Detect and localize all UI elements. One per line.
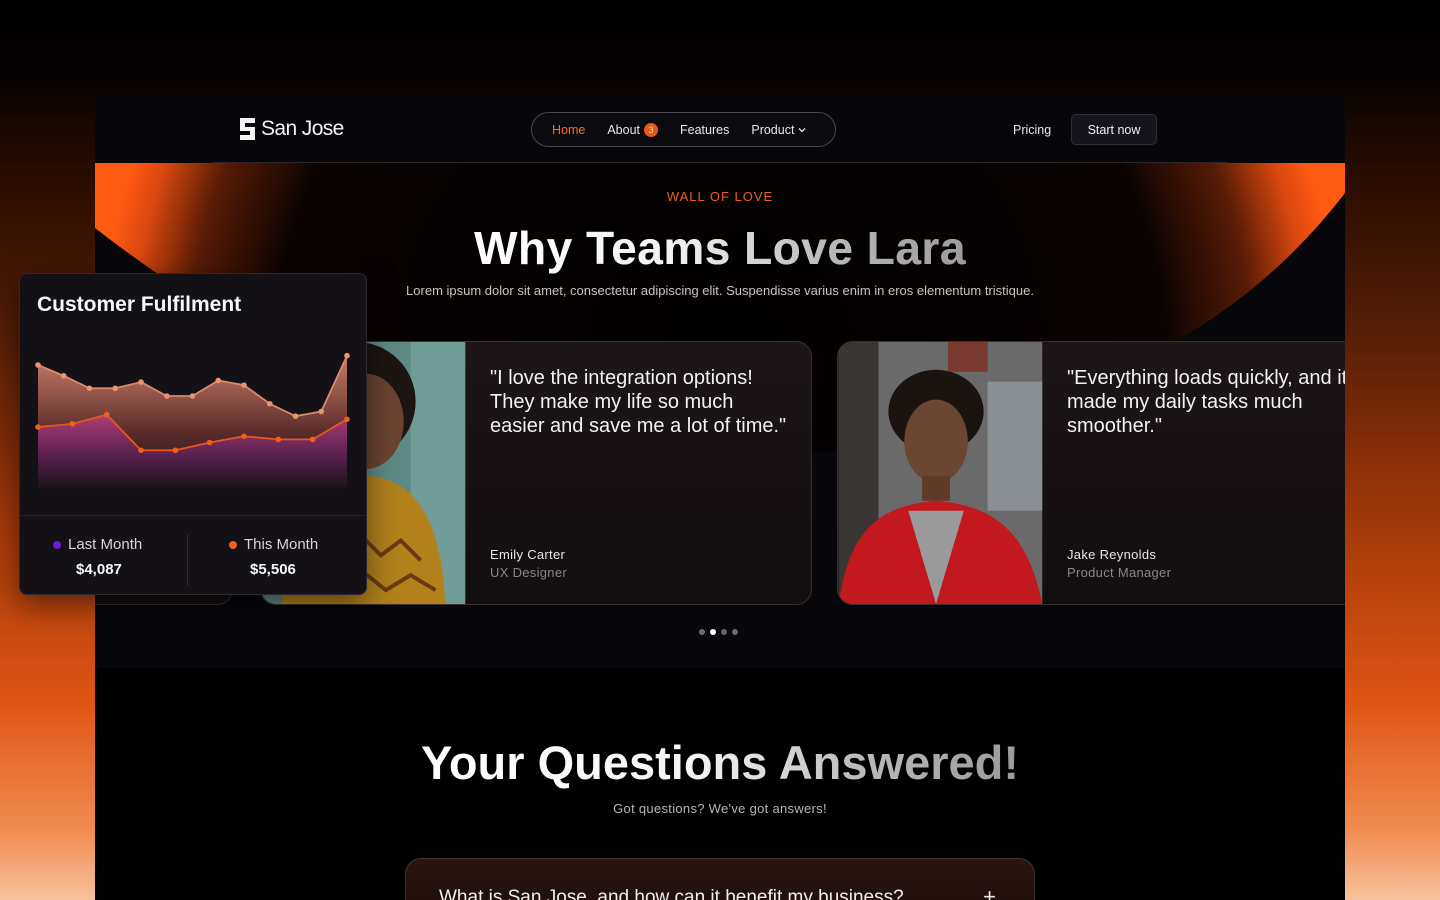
data-point (163, 393, 170, 399)
nav-item-features[interactable]: Features (680, 123, 729, 137)
data-point (241, 382, 247, 388)
testimonial-author: Emily Carter (490, 547, 566, 562)
nav-features-label: Features (680, 122, 730, 137)
data-point (103, 411, 110, 418)
data-point (69, 421, 76, 427)
data-point (35, 424, 41, 430)
legend-label: This Month (244, 536, 319, 553)
section-eyebrow: WALL OF LOVE (666, 189, 774, 204)
section-title-text: Why Teams Love Lara (474, 222, 966, 274)
brand-name: San Jose (261, 117, 344, 140)
notification-badge: 3 (644, 122, 659, 137)
brand-logo[interactable]: San Jose (239, 117, 344, 141)
testimonial-quote: "Everything loads quickly, and it made m… (1067, 367, 1345, 437)
data-point (138, 379, 144, 385)
widget-title: Customer Fulfilment (37, 293, 242, 316)
nav-item-about[interactable]: About 3 (607, 122, 659, 137)
faq-title: Your Questions Answered! (95, 735, 1345, 790)
logo-s-icon (240, 118, 255, 140)
data-point (215, 377, 222, 384)
carousel-dot[interactable] (732, 629, 738, 635)
data-point (318, 408, 325, 415)
legend-last-month: Last Month (53, 536, 142, 553)
legend-dot (53, 540, 61, 549)
chevron-down-icon (798, 127, 806, 132)
plus-icon[interactable]: + (983, 884, 996, 900)
nav-item-product[interactable]: Product (751, 123, 806, 137)
data-point (172, 447, 179, 454)
last-month-value: $4,087 (76, 561, 122, 578)
data-point (86, 385, 93, 392)
widget-divider (20, 515, 366, 516)
data-point (112, 385, 119, 392)
section-title: Why Teams Love Lara (95, 221, 1345, 275)
data-point (275, 436, 282, 443)
data-point (266, 400, 273, 407)
nav-home-label: Home (552, 122, 586, 137)
carousel-dot[interactable] (699, 629, 705, 635)
faq-subtitle: Got questions? We've got answers! (613, 801, 827, 816)
data-point (344, 416, 350, 423)
nav-item-home[interactable]: Home (552, 123, 585, 137)
legend-this-month: This Month (229, 536, 318, 553)
customer-fulfilment-widget: Customer Fulfilment Last Month $4,087 Th… (19, 273, 367, 595)
data-point (35, 362, 41, 368)
data-point (60, 373, 67, 379)
data-point (292, 413, 299, 419)
faq-title-text: Your Questions Answered! (420, 736, 1020, 789)
testimonial-author: Jake Reynolds (1067, 547, 1157, 562)
start-now-button[interactable]: Start now (1071, 114, 1157, 145)
data-point (241, 433, 247, 440)
main-nav: Home About 3 Features Product (531, 112, 836, 147)
this-month-value: $5,506 (250, 561, 296, 578)
data-point (206, 439, 213, 446)
legend-dot (229, 540, 237, 549)
testimonial-role: UX Designer (490, 565, 567, 580)
data-point (189, 393, 196, 399)
pricing-link[interactable]: Pricing (1013, 123, 1051, 137)
data-point (309, 436, 316, 443)
nav-product-label: Product (751, 122, 795, 137)
faq-question: What is San Jose, and how can it benefit… (439, 887, 904, 900)
data-point (344, 352, 350, 359)
carousel-dots (699, 629, 738, 635)
fulfilment-chart (35, 352, 350, 489)
carousel-dot[interactable] (721, 629, 727, 635)
legend-divider (187, 534, 188, 586)
testimonial-card[interactable]: "Everything loads quickly, and it made m… (837, 341, 1345, 605)
navbar: San Jose Home About 3 Features Product P… (95, 95, 1345, 163)
faq-item[interactable]: What is San Jose, and how can it benefit… (405, 858, 1035, 900)
carousel-dot-active[interactable] (710, 629, 716, 635)
testimonial-role: Product Manager (1067, 565, 1172, 580)
testimonial-quote: "I love the integration options! They ma… (490, 367, 787, 437)
nav-about-label: About (607, 122, 641, 137)
legend-label: Last Month (68, 536, 143, 553)
testimonial-photo (838, 342, 1043, 604)
data-point (138, 447, 144, 454)
